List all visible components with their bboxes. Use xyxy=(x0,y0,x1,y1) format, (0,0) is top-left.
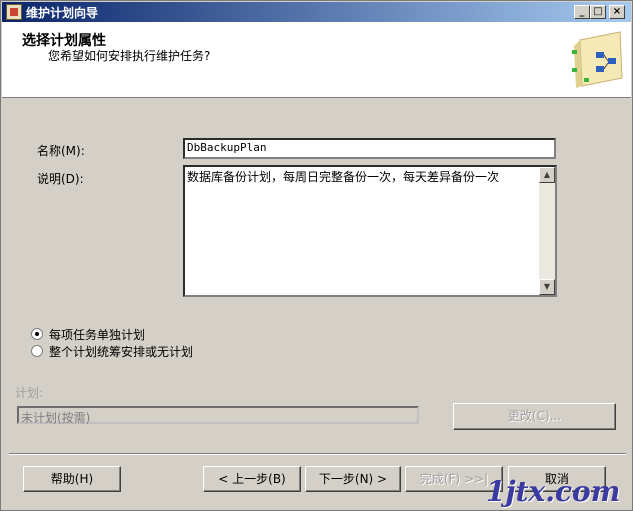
site-watermark: 1jtx.com xyxy=(486,475,621,508)
close-button[interactable]: × xyxy=(609,5,625,19)
radio-single-schedule[interactable]: 整个计划统筹安排或无计划 xyxy=(31,343,193,359)
wizard-graphic-icon xyxy=(572,31,623,88)
minimize-button[interactable]: _ xyxy=(574,5,590,19)
back-button[interactable]: < 上一步(B) xyxy=(203,466,301,492)
footer-divider xyxy=(9,453,626,455)
window-title: 维护计划向导 xyxy=(26,6,99,20)
description-text: 数据库备份计划，每周日完整备份一次，每天差异备份一次 xyxy=(187,170,500,184)
next-button[interactable]: 下一步(N) > xyxy=(305,466,401,492)
radio-separate-schedules[interactable]: 每项任务单独计划 xyxy=(31,326,145,342)
radio-single-label: 整个计划统筹安排或无计划 xyxy=(49,344,194,359)
help-button[interactable]: 帮助(H) xyxy=(23,466,121,492)
scroll-up-icon[interactable]: ▲ xyxy=(539,167,555,183)
schedule-label: 计划: xyxy=(15,386,44,400)
page-subtitle: 您希望如何安排执行维护任务? xyxy=(48,49,211,63)
wizard-window: 维护计划向导 _ □ × 选择计划属性 您希望如何安排执行维护任务? 名称(M)… xyxy=(0,0,633,511)
maximize-button[interactable]: □ xyxy=(590,5,606,19)
description-textarea[interactable]: 数据库备份计划，每周日完整备份一次，每天差异备份一次 ▲ ▼ xyxy=(183,165,557,297)
radio-unselected-icon[interactable] xyxy=(31,345,43,357)
scroll-down-icon[interactable]: ▼ xyxy=(539,279,555,295)
schedule-field: 未计划(按需) xyxy=(17,406,419,425)
radio-selected-icon[interactable] xyxy=(31,328,43,340)
description-label: 说明(D): xyxy=(37,172,84,186)
title-bar[interactable]: 维护计划向导 _ □ × xyxy=(2,2,631,22)
description-scrollbar[interactable]: ▲ ▼ xyxy=(539,167,555,295)
radio-separate-label: 每项任务单独计划 xyxy=(49,327,146,342)
change-schedule-button[interactable]: 更改(C)... xyxy=(453,403,616,430)
wizard-header: 选择计划属性 您希望如何安排执行维护任务? xyxy=(2,22,631,98)
app-icon xyxy=(6,4,22,20)
name-label: 名称(M): xyxy=(37,144,85,158)
name-input[interactable]: DbBackupPlan xyxy=(183,138,556,159)
